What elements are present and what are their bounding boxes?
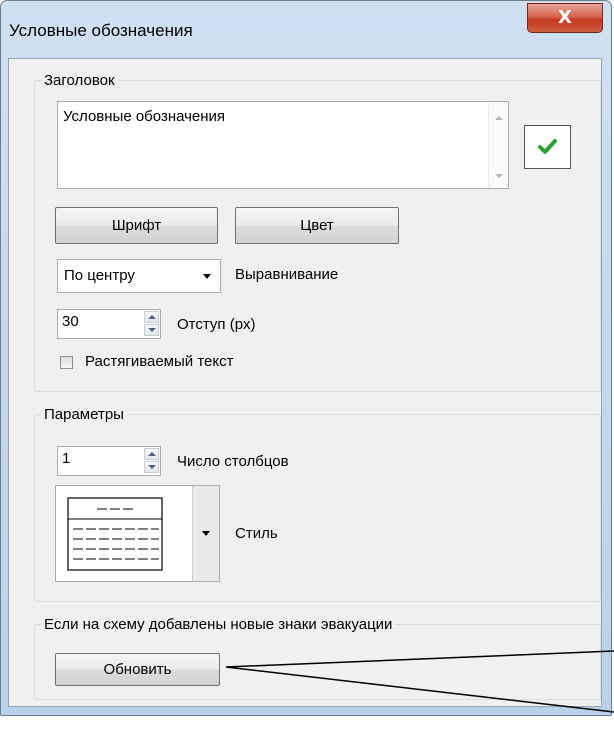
stretch-text-checkbox[interactable] xyxy=(60,356,73,369)
update-group-legend: Если на схему добавлены новые знаки эвак… xyxy=(44,616,393,633)
title-text-value: Условные обозначения xyxy=(63,108,226,125)
spin-up-button[interactable] xyxy=(144,311,159,323)
title-bar[interactable]: Условные обозначения X xyxy=(1,1,611,57)
indent-label: Отступ (px) xyxy=(177,316,256,333)
title-text-input[interactable]: Условные обозначения xyxy=(57,101,509,189)
header-group-legend: Заголовок xyxy=(44,72,115,89)
color-button[interactable]: Цвет xyxy=(235,207,399,244)
color-button-label: Цвет xyxy=(300,217,334,234)
font-button-label: Шрифт xyxy=(111,217,162,234)
style-select[interactable] xyxy=(55,485,220,582)
chevron-down-icon xyxy=(203,274,211,279)
spin-down-icon xyxy=(148,328,156,332)
update-button[interactable]: Обновить xyxy=(55,653,220,686)
spin-up-icon xyxy=(148,452,156,456)
indent-value: 30 xyxy=(62,313,79,330)
indent-spinner[interactable]: 30 xyxy=(57,309,161,339)
alignment-select[interactable]: По центру xyxy=(57,259,221,293)
spin-down-button[interactable] xyxy=(144,461,159,473)
font-button[interactable]: Шрифт xyxy=(55,207,218,244)
columns-spinner[interactable]: 1 xyxy=(57,446,161,476)
update-button-label: Обновить xyxy=(103,661,172,678)
stretch-text-label: Растягиваемый текст xyxy=(85,353,234,370)
style-dropdown-button[interactable] xyxy=(192,486,219,581)
scroll-down-icon[interactable] xyxy=(495,174,503,178)
columns-spin-buttons xyxy=(144,448,159,474)
close-button[interactable]: X xyxy=(527,3,603,33)
window-title: Условные обозначения xyxy=(9,21,193,40)
apply-title-button[interactable] xyxy=(524,125,571,169)
params-group-legend: Параметры xyxy=(44,406,124,423)
indent-spin-buttons xyxy=(144,311,159,337)
spin-down-icon xyxy=(148,465,156,469)
alignment-label: Выравнивание xyxy=(235,266,339,283)
columns-value: 1 xyxy=(62,450,71,467)
title-text-scrollbar[interactable] xyxy=(488,102,508,188)
close-icon: X xyxy=(558,7,572,28)
spin-down-button[interactable] xyxy=(144,324,159,336)
scroll-up-icon[interactable] xyxy=(495,116,503,120)
table-style-icon xyxy=(67,497,163,571)
check-icon xyxy=(538,139,557,154)
spin-up-icon xyxy=(148,315,156,319)
alignment-select-value: По центру xyxy=(64,267,135,284)
columns-label: Число столбцов xyxy=(177,453,289,470)
style-label: Стиль xyxy=(235,525,278,542)
spin-up-button[interactable] xyxy=(144,448,159,460)
chevron-down-icon xyxy=(202,531,210,536)
